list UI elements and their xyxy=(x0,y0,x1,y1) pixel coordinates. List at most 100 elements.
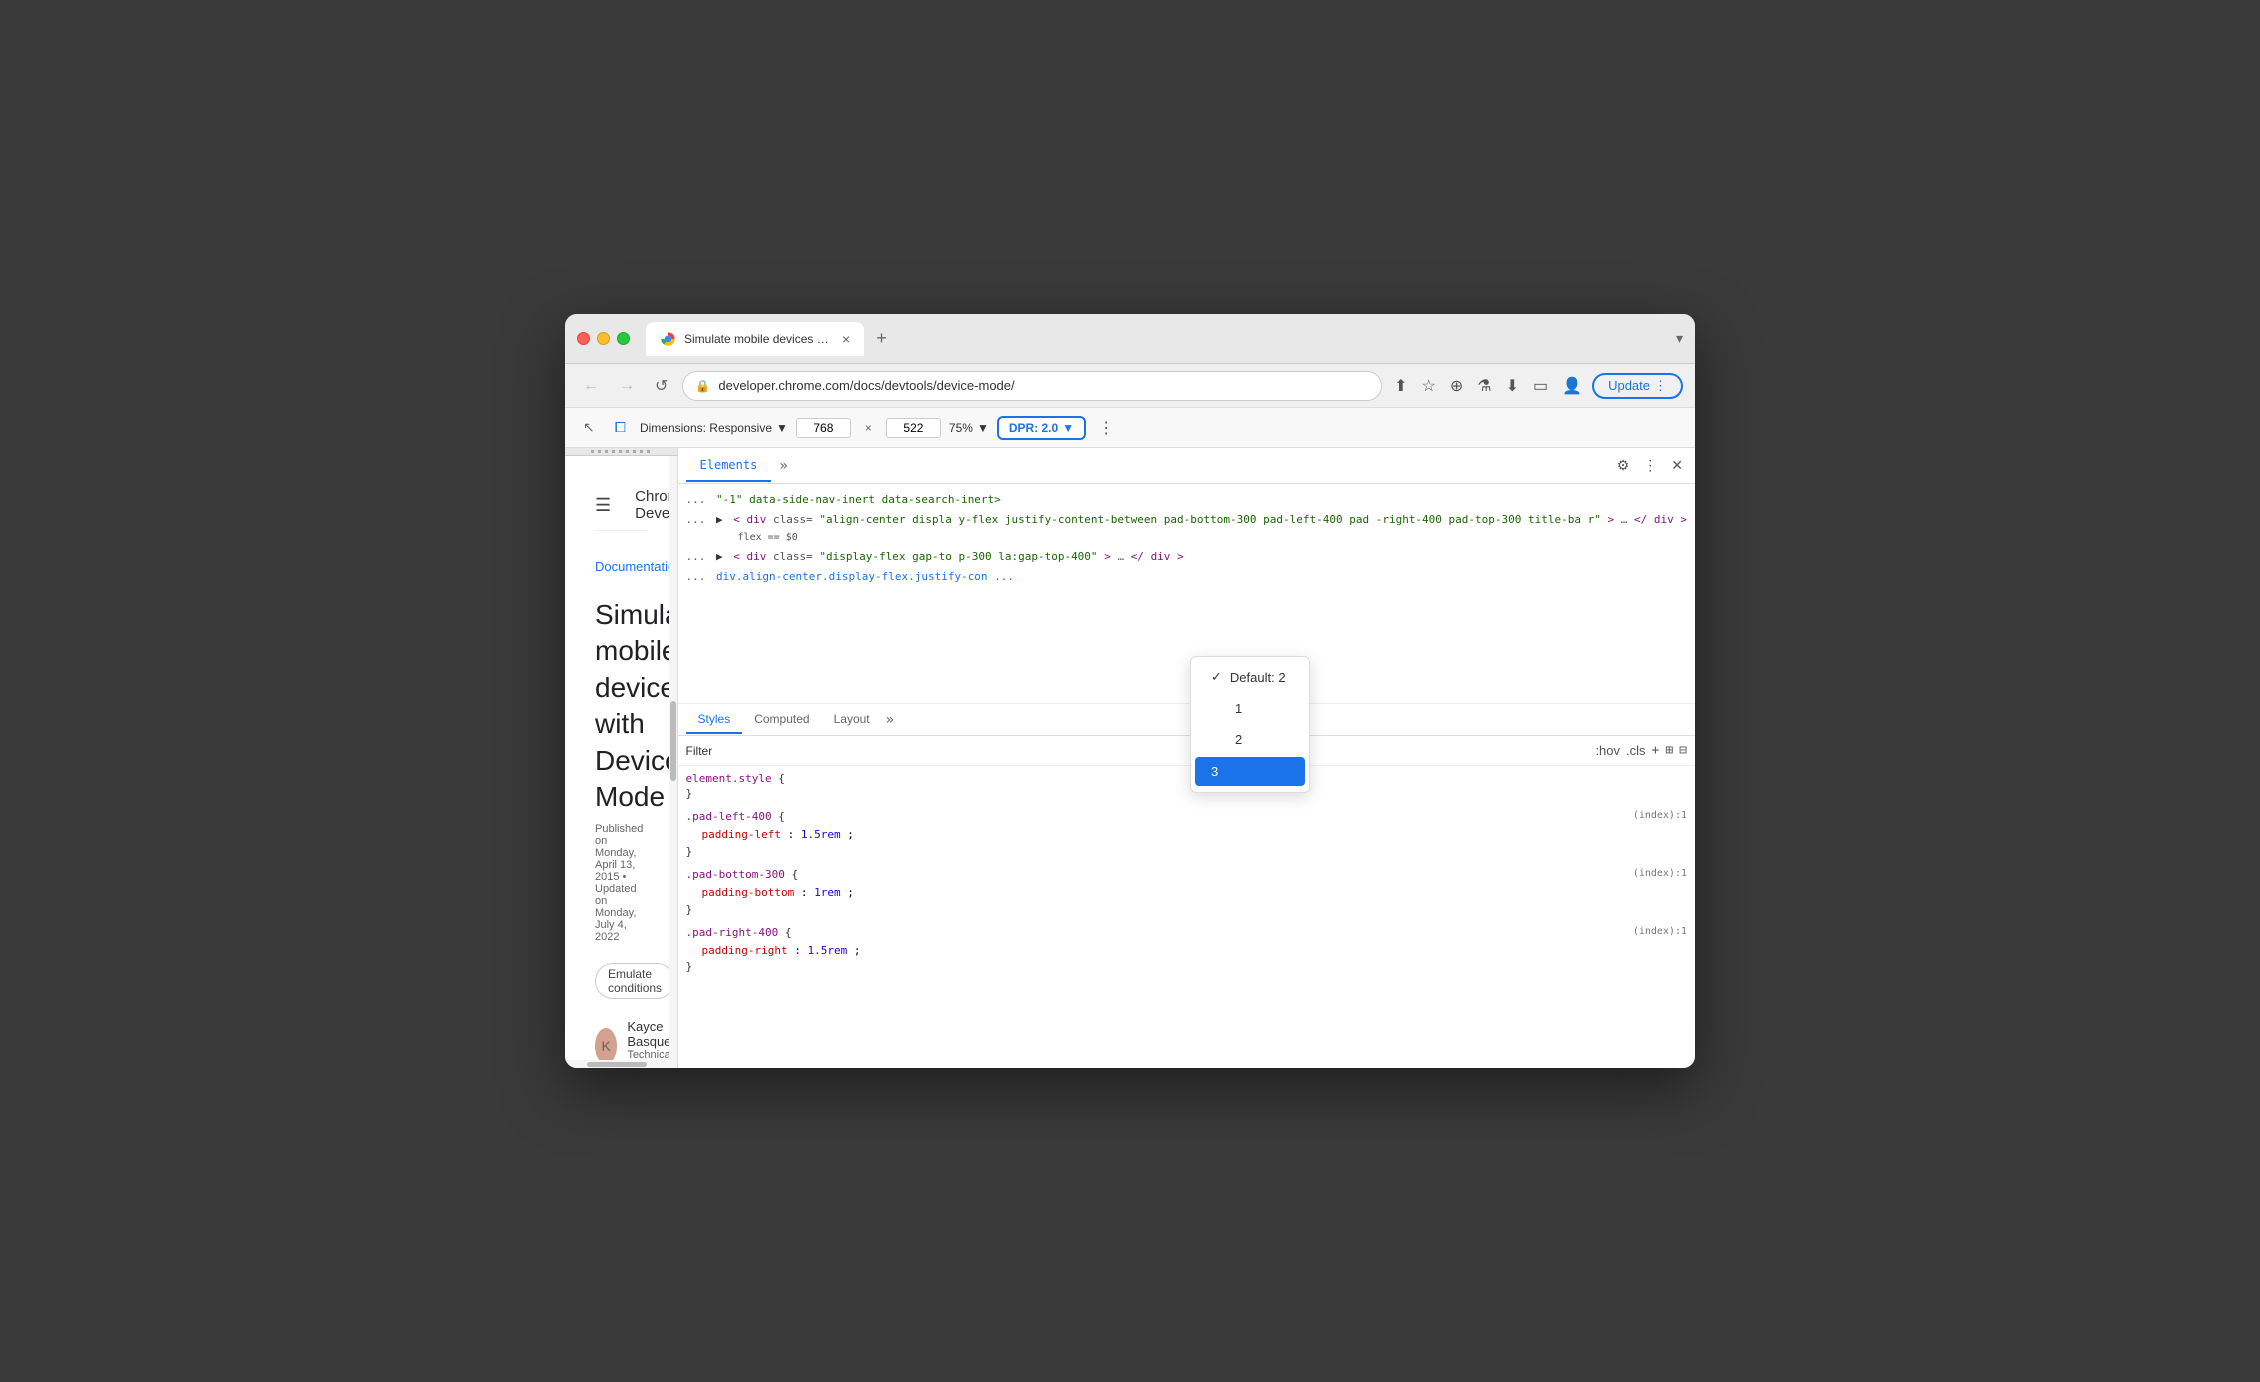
page-meta: Published on Monday, April 13, 2015 • Up… xyxy=(595,823,647,943)
settings-button[interactable]: ⚙ xyxy=(1613,453,1634,478)
share-button[interactable]: ⬆ xyxy=(1390,372,1411,400)
reload-button[interactable]: ↺ xyxy=(649,372,674,400)
css-close-brace-3: } xyxy=(686,903,1687,916)
styles-filter-bar: Filter :hov .cls + ⊞ ⊟ xyxy=(678,736,1695,766)
height-input[interactable] xyxy=(886,418,941,438)
update-more-icon: ⋮ xyxy=(1654,378,1667,394)
maximize-button[interactable] xyxy=(617,332,630,345)
css-selector-element-style: element.style { xyxy=(686,772,1687,785)
resize-handle[interactable] xyxy=(591,450,651,453)
html-line-4: ... div.align-center.display-flex.justif… xyxy=(678,567,1695,587)
expand-icon-2[interactable]: ▶ xyxy=(716,550,723,563)
expand-icon[interactable]: ▶ xyxy=(716,513,723,526)
hamburger-menu-button[interactable]: ☰ xyxy=(595,495,611,516)
toolbar-more-button[interactable]: ⋮ xyxy=(1098,418,1114,438)
dpr-option-default[interactable]: ✓ Default: 2 xyxy=(1191,661,1309,693)
css-selector-pad-right: .pad-right-400 { (index):1 xyxy=(686,926,1687,939)
tab-styles[interactable]: Styles xyxy=(686,706,743,734)
page-inner: ☰ Chrome Developers 🔍 xyxy=(565,456,677,1068)
more-options-button[interactable]: ⋮ xyxy=(1639,453,1661,478)
css-rule-pad-bottom: padding-bottom : 1rem ; xyxy=(686,883,1687,903)
address-url: developer.chrome.com/docs/devtools/devic… xyxy=(718,378,1369,393)
back-button[interactable]: ← xyxy=(577,373,605,399)
browser-window: Simulate mobile devices with D × + ▾ ← →… xyxy=(565,314,1695,1068)
css-block-pad-right: .pad-right-400 { (index):1 padding-right… xyxy=(686,926,1687,974)
css-selector-pad-left: .pad-left-400 { (index):1 xyxy=(686,810,1687,823)
dimensions-label: Dimensions: Responsive xyxy=(640,421,772,435)
filter-actions: :hov .cls + ⊞ ⊟ xyxy=(1595,743,1687,758)
tab-elements[interactable]: Elements xyxy=(686,450,772,482)
filter-add-button[interactable]: + xyxy=(1652,743,1660,758)
nav-actions: ⬆ ☆ ⊕ ⚗ ⬇ ▭ 👤 Update ⋮ xyxy=(1390,372,1683,400)
vertical-scrollbar[interactable] xyxy=(669,456,677,1068)
h-scroll-thumb[interactable] xyxy=(587,1062,647,1067)
forward-button[interactable]: → xyxy=(613,373,641,399)
download-button[interactable]: ⬇ xyxy=(1502,372,1523,400)
resize-bar xyxy=(565,448,677,456)
styles-tab-more[interactable]: » xyxy=(882,708,898,732)
css-block-pad-bottom: .pad-bottom-300 { (index):1 padding-bott… xyxy=(686,868,1687,916)
device-mode-button[interactable]: ⧠ xyxy=(609,415,632,440)
breadcrumb-doc-link[interactable]: Documentation xyxy=(595,559,678,574)
inspect-element-button[interactable]: ↖ xyxy=(577,415,601,440)
tab-layout[interactable]: Layout xyxy=(822,706,882,734)
filter-cls[interactable]: .cls xyxy=(1626,743,1646,758)
page-content: ☰ Chrome Developers 🔍 xyxy=(565,448,678,1068)
update-label: Update xyxy=(1608,378,1650,393)
tab-dropdown-button[interactable]: ▾ xyxy=(1676,330,1683,347)
html-line-flex: flex == $0 xyxy=(678,529,1695,547)
tab-bar: Simulate mobile devices with D × + ▾ xyxy=(646,322,1683,356)
update-button[interactable]: Update ⋮ xyxy=(1592,373,1683,399)
html-dots-icon-2: ... xyxy=(686,513,706,526)
address-bar[interactable]: 🔒 developer.chrome.com/docs/devtools/dev… xyxy=(682,371,1382,401)
zoom-arrow-icon: ▼ xyxy=(977,421,989,435)
device-toolbar: ↖ ⧠ Dimensions: Responsive ▼ × 75% ▼ DPR… xyxy=(565,408,1695,448)
dpr-dropdown-menu: ✓ Default: 2 1 2 3 xyxy=(1190,656,1310,793)
nav-bar: ← → ↺ 🔒 developer.chrome.com/docs/devtoo… xyxy=(565,364,1695,408)
close-devtools-button[interactable]: ✕ xyxy=(1667,453,1687,478)
html-line-2[interactable]: ... ▶ < div class= "align-center displa … xyxy=(678,510,1695,530)
profile-button[interactable]: 👤 xyxy=(1558,372,1586,400)
width-input[interactable] xyxy=(796,418,851,438)
zoom-dropdown[interactable]: 75% ▼ xyxy=(949,421,989,435)
active-tab[interactable]: Simulate mobile devices with D × xyxy=(646,322,864,356)
css-close-brace-2: } xyxy=(686,845,1687,858)
elements-pane: ... "-1" data-side-nav-inert data-search… xyxy=(678,484,1695,704)
dimensions-dropdown[interactable]: Dimensions: Responsive ▼ xyxy=(640,421,788,435)
filter-label: Filter xyxy=(686,744,713,758)
dpr-option-3[interactable]: 3 xyxy=(1195,757,1305,786)
dpr-option-label: 3 xyxy=(1211,764,1218,779)
extensions-button[interactable]: ⊕ xyxy=(1446,372,1467,400)
html-dots-icon-4: ... xyxy=(686,570,706,583)
filter-hov[interactable]: :hov xyxy=(1595,743,1620,758)
filter-toggle-button[interactable]: ⊞ xyxy=(1665,743,1673,758)
tags-container: Emulate conditions Test xyxy=(595,963,647,999)
bookmark-button[interactable]: ☆ xyxy=(1418,372,1440,400)
author-1-initials: K xyxy=(601,1038,610,1054)
new-tab-button[interactable]: + xyxy=(868,328,895,349)
horizontal-scrollbar[interactable] xyxy=(565,1060,669,1068)
close-button[interactable] xyxy=(577,332,590,345)
devtools-bottom: Styles Computed Layout » Filter :hov .cl… xyxy=(678,704,1695,1068)
minimize-button[interactable] xyxy=(597,332,610,345)
dpr-option-1[interactable]: 1 xyxy=(1191,693,1309,724)
html-dots-icon-3: ... xyxy=(686,550,706,563)
zoom-label: 75% xyxy=(949,421,973,435)
filter-collapse-button[interactable]: ⊟ xyxy=(1679,743,1687,758)
tab-computed[interactable]: Computed xyxy=(742,706,821,734)
devtools-tab-bar: Elements » ⚙ ⋮ ✕ xyxy=(678,448,1695,484)
lab-button[interactable]: ⚗ xyxy=(1473,372,1495,400)
tag-emulate[interactable]: Emulate conditions xyxy=(595,963,675,999)
main-wrapper: ✓ Default: 2 1 2 3 xyxy=(565,448,1695,1068)
css-selector-pad-bottom: .pad-bottom-300 { (index):1 xyxy=(686,868,1687,881)
css-rule-pad-right: padding-right : 1.5rem ; xyxy=(686,941,1687,961)
dpr-option-2[interactable]: 2 xyxy=(1191,724,1309,755)
dpr-dropdown-button[interactable]: DPR: 2.0 ▼ xyxy=(997,416,1086,440)
scroll-thumb[interactable] xyxy=(670,701,676,781)
tab-search-button[interactable]: ▭ xyxy=(1529,372,1552,400)
dimension-separator: × xyxy=(865,421,872,435)
tab-more-button[interactable]: » xyxy=(771,454,795,478)
tab-close-button[interactable]: × xyxy=(842,331,850,347)
css-block-element-style: element.style { } xyxy=(686,772,1687,800)
html-line-3[interactable]: ... ▶ < div class= "display-flex gap-to … xyxy=(678,547,1695,567)
